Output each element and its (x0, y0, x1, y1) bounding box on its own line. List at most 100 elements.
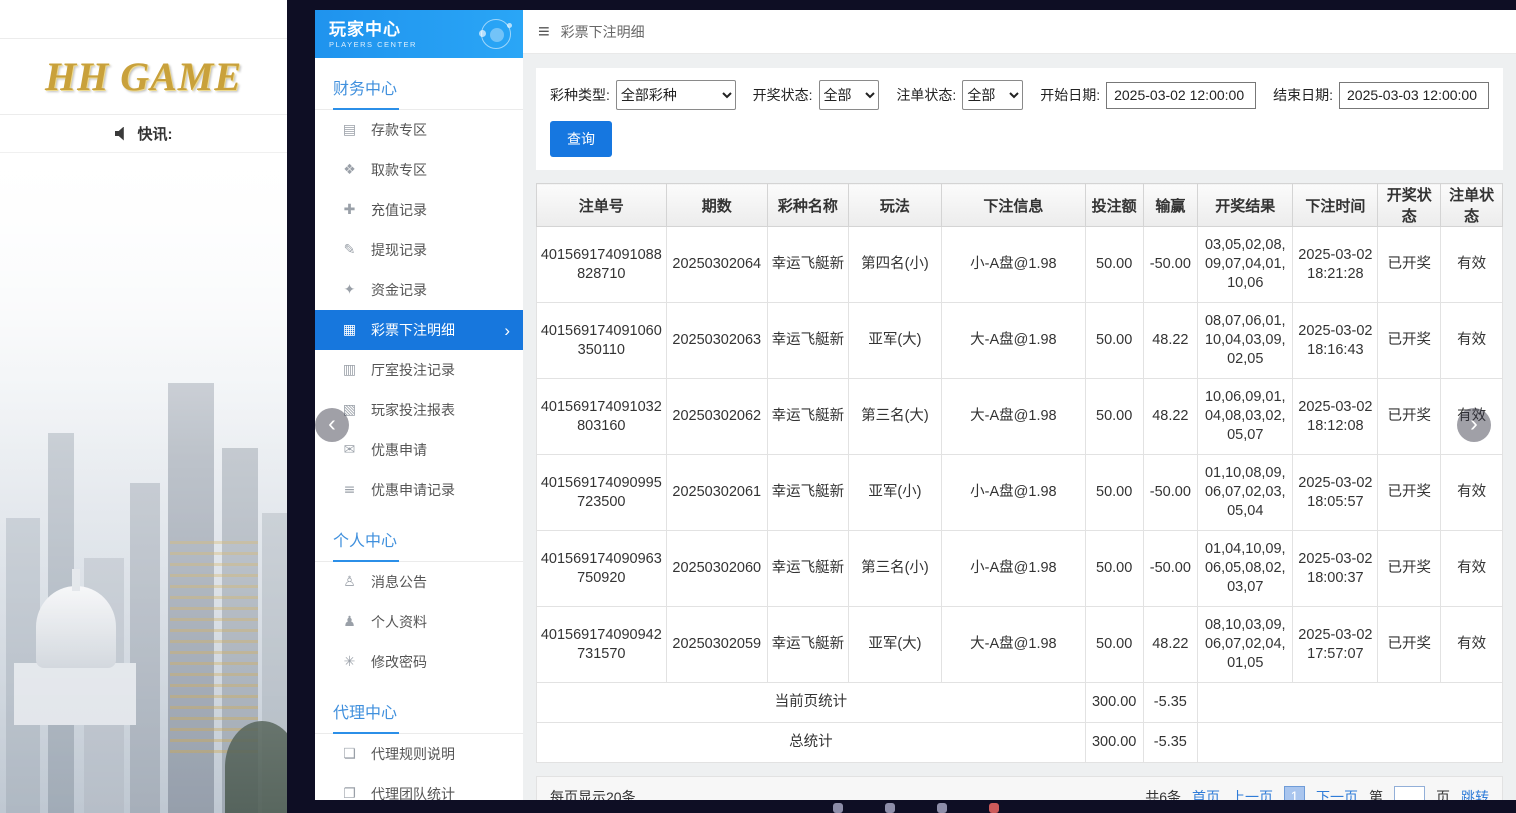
table-cell: 有效 (1441, 303, 1503, 379)
column-header: 期数 (666, 184, 767, 227)
sidebar-item-label: 厅室投注记录 (371, 360, 455, 380)
search-button[interactable]: 查询 (550, 121, 612, 157)
promo-record-icon: ≡ (341, 482, 358, 498)
city-skyline-image (0, 153, 287, 813)
table-cell: 第三名(大) (848, 379, 941, 455)
table-cell: -50.00 (1143, 227, 1198, 303)
sidebar-item-label: 彩票下注明细 (371, 320, 455, 340)
order-status-label: 注单状态: (896, 85, 956, 105)
site-background-panel: HH GAME 快讯: (0, 0, 287, 813)
table-cell: 幸运飞艇新 (767, 455, 848, 531)
announcement-icon: ♙ (341, 574, 358, 590)
footer-icons (833, 803, 999, 813)
column-header: 注单号 (537, 184, 667, 227)
table-cell: 20250302059 (666, 607, 767, 683)
sidebar-item-withdraw-records[interactable]: ✎ 提现记录 (315, 230, 523, 270)
next-page-link[interactable]: 下一页 (1316, 787, 1358, 801)
carousel-prev-button[interactable]: ‹ (315, 408, 349, 442)
sidebar-item-label: 优惠申请记录 (371, 480, 455, 500)
end-date-input[interactable] (1339, 82, 1489, 109)
per-page-label: 每页显示20条 (550, 787, 636, 801)
table-cell: 亚军(小) (848, 455, 941, 531)
sidebar-item-profile[interactable]: ♟个人资料 (315, 602, 523, 642)
footer-icon[interactable] (885, 803, 895, 813)
filter-row: 彩种类型: 全部彩种 开奖状态: 全部 注单状态: 全部 开始日期: 结束日期: (550, 80, 1489, 110)
sidebar-item-promo-apply-records[interactable]: ≡ 优惠申请记录 (315, 470, 523, 510)
table-cell: 幸运飞艇新 (767, 531, 848, 607)
table-cell: 大-A盘@1.98 (942, 379, 1086, 455)
bets-table: 注单号期数彩种名称玩法下注信息投注额输赢开奖结果下注时间开奖状态注单状态4015… (536, 183, 1503, 763)
sidebar-item-messages[interactable]: ♙消息公告 (315, 562, 523, 602)
table-cell: 已开奖 (1378, 455, 1441, 531)
start-date-input[interactable] (1106, 82, 1256, 109)
table-cell: 2025-03-02 18:05:57 (1293, 455, 1378, 531)
table-cell: 10,06,09,01,04,08,03,02,05,07 (1198, 379, 1293, 455)
sidebar-item-agent-rules[interactable]: ❏代理规则说明 (315, 734, 523, 774)
summary-label: 总统计 (537, 723, 1086, 763)
sidebar-item-withdraw-zone[interactable]: ❖取款专区 (315, 150, 523, 190)
sidebar-item-recharge-records[interactable]: ✚充值记录 (315, 190, 523, 230)
table-cell: 已开奖 (1378, 607, 1441, 683)
page-suffix-label: 页 (1436, 787, 1450, 801)
decorative-globe-icon (481, 19, 511, 49)
footer-icon[interactable] (937, 803, 947, 813)
table-cell: 50.00 (1085, 531, 1143, 607)
start-date-label: 开始日期: (1040, 85, 1100, 105)
table-cell: 小-A盘@1.98 (942, 531, 1086, 607)
sidebar-item-change-password[interactable]: ✳修改密码 (315, 642, 523, 682)
sidebar-item-lottery-bet-details[interactable]: ▦彩票下注明细› (315, 310, 523, 350)
withdraw-icon: ❖ (341, 162, 358, 178)
sidebar-item-deposit-zone[interactable]: ▤存款专区 (315, 110, 523, 150)
first-page-link[interactable]: 首页 (1192, 787, 1220, 801)
table-cell: 48.22 (1143, 379, 1198, 455)
lottery-type-select[interactable]: 全部彩种 (616, 80, 736, 110)
summary-label: 当前页统计 (537, 683, 1086, 723)
jump-link[interactable]: 跳转 (1461, 787, 1489, 801)
page-jump-input[interactable] (1394, 786, 1425, 800)
players-center-panel: 玩家中心 PLAYERS CENTER 财务中心▤存款专区❖取款专区✚充值记录✎… (315, 10, 1516, 800)
table-cell: 08,07,06,01,10,04,03,09,02,05 (1198, 303, 1293, 379)
column-header: 输赢 (1143, 184, 1198, 227)
withdraw-record-icon: ✎ (341, 242, 358, 258)
table-cell: 幸运飞艇新 (767, 227, 848, 303)
current-page-indicator[interactable]: 1 (1284, 786, 1305, 800)
footer-icon[interactable] (833, 803, 843, 813)
column-header: 投注额 (1085, 184, 1143, 227)
carousel-next-button[interactable]: › (1457, 408, 1491, 442)
sidebar-item-hall-bet-records[interactable]: ▥厅室投注记录 (315, 350, 523, 390)
table-cell: 2025-03-02 18:16:43 (1293, 303, 1378, 379)
table-row: 40156917409096375092020250302060幸运飞艇新第三名… (537, 531, 1503, 607)
table-cell: 亚军(大) (848, 303, 941, 379)
prev-page-link[interactable]: 上一页 (1231, 787, 1273, 801)
order-status-select[interactable]: 全部 (962, 80, 1023, 110)
draw-status-select[interactable]: 全部 (819, 80, 880, 110)
summary-empty (1198, 723, 1503, 763)
sidebar-item-agent-team-stats[interactable]: ❐代理团队统计 (315, 774, 523, 800)
column-header: 开奖状态 (1378, 184, 1441, 227)
column-header: 彩种名称 (767, 184, 848, 227)
menu-toggle-icon[interactable]: ≡ (538, 22, 550, 42)
table-cell: 03,05,02,08,09,07,04,01,10,06 (1198, 227, 1293, 303)
sidebar-section-title: 代理中心 (315, 682, 523, 734)
table-cell: 已开奖 (1378, 227, 1441, 303)
footer-icon[interactable] (989, 803, 999, 813)
news-ticker: 快讯: (0, 115, 287, 153)
sidebar-item-fund-records[interactable]: ✦资金记录 (315, 270, 523, 310)
filter-panel: 彩种类型: 全部彩种 开奖状态: 全部 注单状态: 全部 开始日期: 结束日期: (536, 68, 1503, 170)
table-cell: 2025-03-02 18:12:08 (1293, 379, 1378, 455)
column-header: 下注时间 (1293, 184, 1378, 227)
table-cell: 20250302061 (666, 455, 767, 531)
sidebar-item-label: 玩家投注报表 (371, 400, 455, 420)
sidebar-item-label: 代理规则说明 (371, 744, 455, 764)
table-cell: 第四名(小) (848, 227, 941, 303)
table-cell: 401569174091060350110 (537, 303, 667, 379)
sidebar-item-promo-apply[interactable]: ✉优惠申请 (315, 430, 523, 470)
profile-icon: ♟ (341, 614, 358, 630)
table-cell: -50.00 (1143, 455, 1198, 531)
table-cell: 20250302063 (666, 303, 767, 379)
chevron-right-icon: › (1470, 410, 1478, 437)
sidebar-section-title: 财务中心 (315, 58, 523, 110)
table-cell: 401569174091088828710 (537, 227, 667, 303)
column-header: 玩法 (848, 184, 941, 227)
sidebar-item-label: 提现记录 (371, 240, 427, 260)
